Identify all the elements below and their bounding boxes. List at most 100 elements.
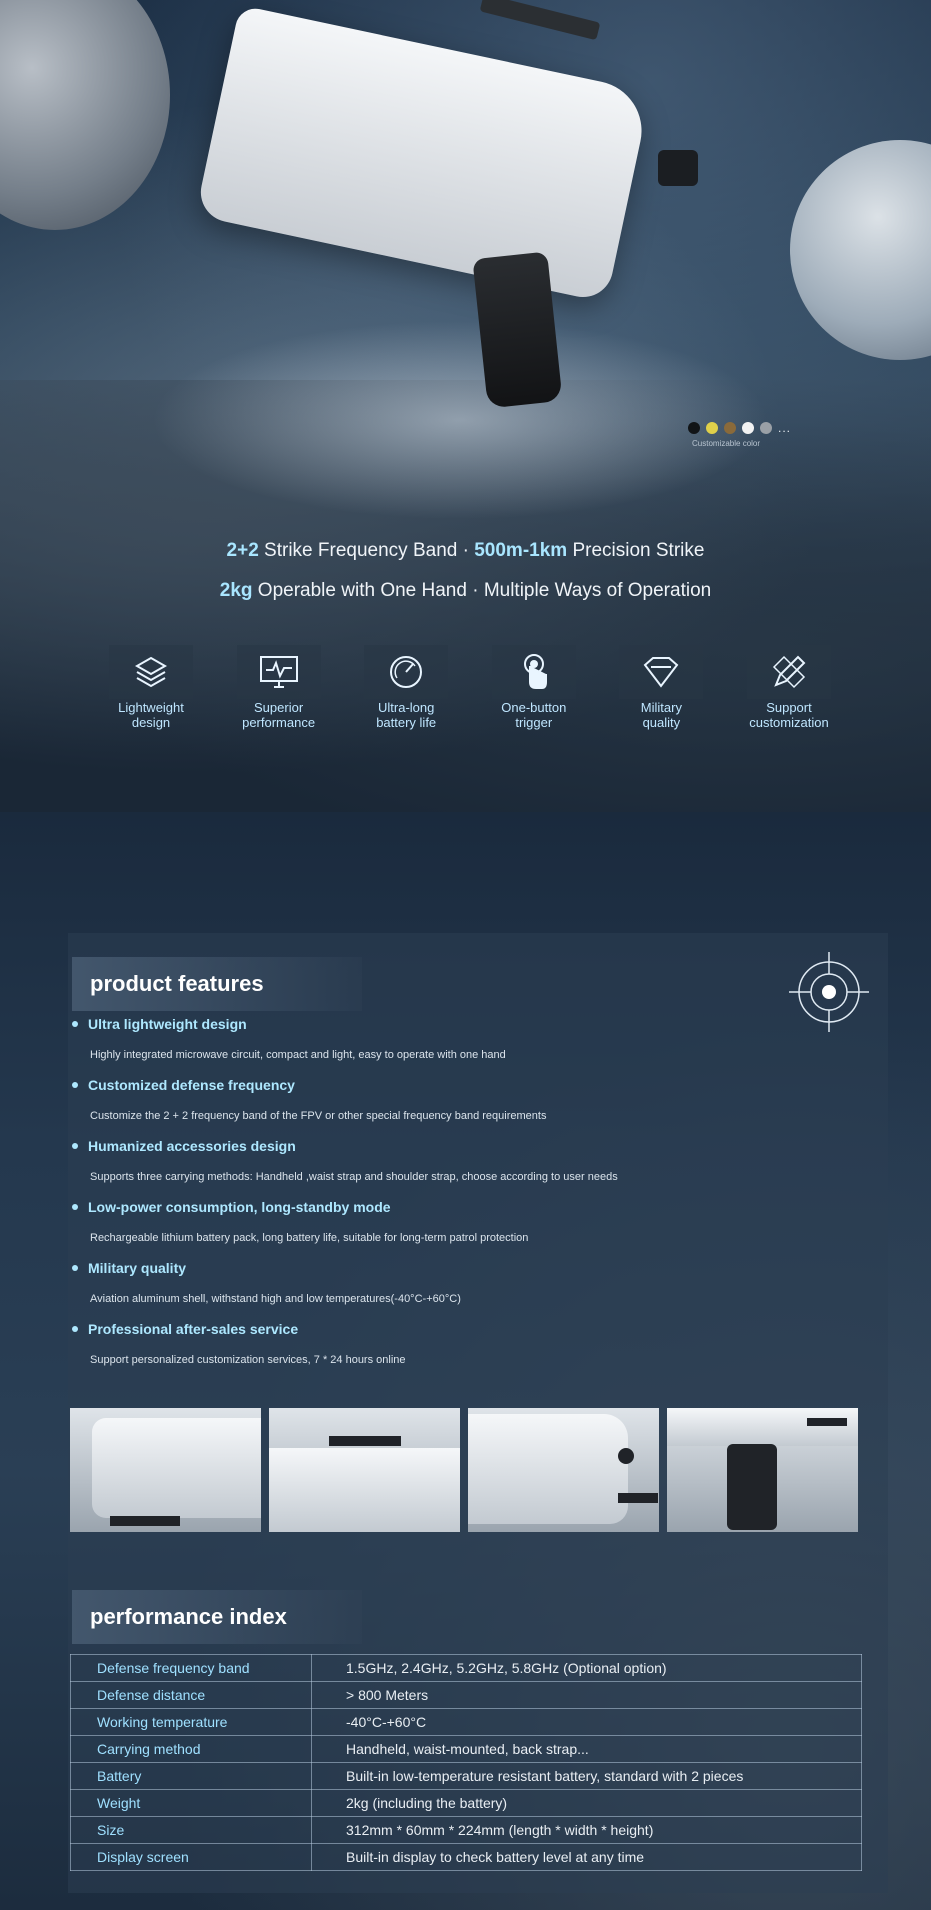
touch-icon bbox=[491, 645, 576, 699]
table-row: Defense frequency band 1.5GHz, 2.4GHz, 5.… bbox=[70, 1654, 862, 1682]
more-colors-indicator: ... bbox=[778, 421, 792, 435]
feature-icon-card: Lightweight design bbox=[100, 645, 202, 729]
table-row: Weight 2kg (including the battery) bbox=[70, 1789, 862, 1817]
color-swatch[interactable] bbox=[724, 422, 736, 434]
product-thumbnail-image[interactable] bbox=[269, 1408, 460, 1532]
custom-color-label: Customizable color bbox=[692, 439, 761, 448]
performance-table: Defense frequency band 1.5GHz, 2.4GHz, 5.… bbox=[70, 1654, 862, 1871]
feature-icon-card: Support customization bbox=[738, 645, 840, 729]
feature-item: Humanized accessories design Supports th… bbox=[72, 1138, 864, 1183]
feature-item: Military quality Aviation aluminum shell… bbox=[72, 1260, 864, 1305]
bullet-dot-icon bbox=[72, 1082, 78, 1088]
icon-label: design bbox=[131, 715, 171, 730]
feature-title: Ultra lightweight design bbox=[88, 1016, 247, 1032]
color-swatches: ... bbox=[688, 421, 791, 435]
table-row: Display screen Built-in display to check … bbox=[70, 1843, 862, 1871]
feature-icon-card: Ultra-long battery life bbox=[355, 645, 457, 729]
headline-highlight: 500m-1km bbox=[474, 540, 568, 561]
fog-image bbox=[150, 320, 770, 520]
table-row: Carrying method Handheld, waist-mounted, … bbox=[70, 1735, 862, 1763]
icon-label: Military bbox=[640, 700, 682, 715]
headline-text: Precision Strike bbox=[567, 540, 705, 561]
color-swatch[interactable] bbox=[760, 422, 772, 434]
product-thumbnail-image[interactable] bbox=[468, 1408, 659, 1532]
spec-key: Defense frequency band bbox=[70, 1654, 312, 1682]
table-row: Battery Built-in low-temperature resistan… bbox=[70, 1762, 862, 1790]
feature-description: Highly integrated microwave circuit, com… bbox=[90, 1049, 506, 1061]
product-page: ... Customizable color 2+2 Strike Freque… bbox=[0, 0, 931, 1910]
feature-title: Customized defense frequency bbox=[88, 1077, 295, 1093]
headline-text: Operable with One Hand · Multiple Ways o… bbox=[252, 580, 712, 601]
bullet-dot-icon bbox=[72, 1021, 78, 1027]
color-swatch[interactable] bbox=[688, 422, 700, 434]
feature-title: Humanized accessories design bbox=[88, 1138, 296, 1154]
pencil-ruler-icon bbox=[746, 645, 831, 699]
icon-label: Ultra-long bbox=[378, 700, 435, 715]
diamond-icon bbox=[619, 645, 704, 699]
icon-label: customization bbox=[749, 715, 829, 730]
device-grip-image bbox=[472, 251, 563, 409]
headline-highlight: 2kg bbox=[219, 580, 253, 601]
feature-description: Rechargeable lithium battery pack, long … bbox=[90, 1232, 529, 1244]
feature-icon-card: One-button trigger bbox=[483, 645, 585, 729]
moon-left-image bbox=[0, 0, 170, 230]
bullet-dot-icon bbox=[72, 1326, 78, 1332]
feature-title: Military quality bbox=[88, 1260, 187, 1276]
spec-key: Working temperature bbox=[70, 1708, 312, 1736]
feature-description: Aviation aluminum shell, withstand high … bbox=[90, 1293, 461, 1305]
bullet-dot-icon bbox=[72, 1204, 78, 1210]
feature-icon-row: Lightweight design Superior performance … bbox=[100, 645, 840, 729]
spec-key: Size bbox=[70, 1816, 312, 1844]
spec-value: Handheld, waist-mounted, back strap... bbox=[311, 1735, 862, 1763]
bullet-dot-icon bbox=[72, 1265, 78, 1271]
feature-item: Professional after-sales service Support… bbox=[72, 1321, 864, 1366]
icon-label: Superior bbox=[254, 700, 304, 715]
performance-index-title: performance index bbox=[72, 1590, 362, 1644]
monitor-icon bbox=[236, 645, 321, 699]
feature-icon-card: Military quality bbox=[610, 645, 712, 729]
icon-label: Lightweight bbox=[118, 700, 184, 715]
icon-label: battery life bbox=[376, 715, 437, 730]
gauge-icon bbox=[364, 645, 449, 699]
spec-key: Display screen bbox=[70, 1843, 312, 1871]
device-lens-image bbox=[658, 150, 698, 186]
headline-highlight: 2+2 bbox=[226, 540, 259, 561]
layers-icon bbox=[109, 645, 193, 699]
feature-title: Low-power consumption, long-standby mode bbox=[88, 1199, 391, 1215]
table-row: Size 312mm * 60mm * 224mm (length * width… bbox=[70, 1816, 862, 1844]
spec-key: Defense distance bbox=[70, 1681, 312, 1709]
hero-banner: ... Customizable color 2+2 Strike Freque… bbox=[0, 0, 931, 812]
feature-item: Low-power consumption, long-standby mode… bbox=[72, 1199, 864, 1244]
spec-value: 312mm * 60mm * 224mm (length * width * h… bbox=[311, 1816, 862, 1844]
device-body-image bbox=[195, 5, 651, 303]
spec-value: -40°C-+60°C bbox=[311, 1708, 862, 1736]
color-swatch[interactable] bbox=[706, 422, 718, 434]
spec-value: Built-in display to check battery level … bbox=[311, 1843, 862, 1871]
feature-description: Customize the 2 + 2 frequency band of th… bbox=[90, 1110, 547, 1122]
icon-label: performance bbox=[242, 715, 316, 730]
feature-description: Supports three carrying methods: Handhel… bbox=[90, 1171, 618, 1183]
feature-item: Ultra lightweight design Highly integrat… bbox=[72, 1016, 864, 1061]
spec-key: Carrying method bbox=[70, 1735, 312, 1763]
moon-right-image bbox=[790, 140, 931, 360]
product-thumbnail-image[interactable] bbox=[70, 1408, 261, 1532]
feature-icon-card: Superior performance bbox=[228, 645, 330, 729]
spec-value: 2kg (including the battery) bbox=[311, 1789, 862, 1817]
spec-value: 1.5GHz, 2.4GHz, 5.2GHz, 5.8GHz (Optional… bbox=[311, 1654, 862, 1682]
table-row: Defense distance > 800 Meters bbox=[70, 1681, 862, 1709]
headline-text: Strike Frequency Band · bbox=[258, 540, 475, 561]
product-thumbnail-image[interactable] bbox=[667, 1408, 858, 1532]
feature-title: Professional after-sales service bbox=[88, 1321, 299, 1337]
spec-key: Battery bbox=[70, 1762, 312, 1790]
table-row: Working temperature -40°C-+60°C bbox=[70, 1708, 862, 1736]
color-swatch[interactable] bbox=[742, 422, 754, 434]
bullet-dot-icon bbox=[72, 1143, 78, 1149]
headline-line-1: 2+2 Strike Frequency Band · 500m-1km Pre… bbox=[0, 540, 931, 562]
icon-label: One-button bbox=[501, 700, 567, 715]
spec-key: Weight bbox=[70, 1789, 312, 1817]
product-features-title: product features bbox=[72, 957, 362, 1011]
icon-label: quality bbox=[642, 715, 681, 730]
icon-label: Support bbox=[766, 700, 812, 715]
product-thumbnail-row bbox=[70, 1408, 858, 1532]
headline-line-2: 2kg Operable with One Hand · Multiple Wa… bbox=[0, 580, 931, 602]
